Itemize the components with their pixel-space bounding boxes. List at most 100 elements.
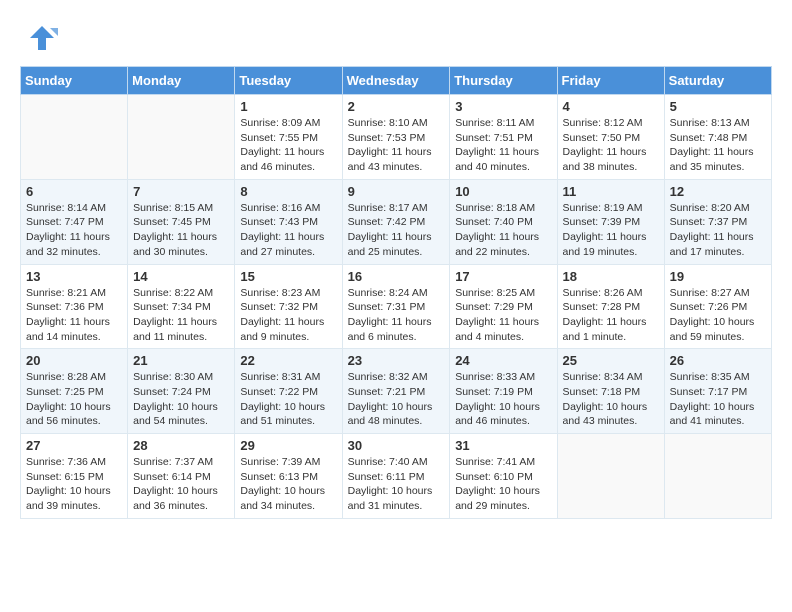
- logo: [20, 20, 60, 56]
- calendar-week-row: 13 Sunrise: 8:21 AM Sunset: 7:36 PM Dayli…: [21, 264, 772, 349]
- logo-icon: [24, 20, 60, 56]
- calendar-cell: 21Sunrise: 8:30 AM Sunset: 7:24 PM Dayli…: [128, 349, 235, 434]
- calendar-week-row: 20Sunrise: 8:28 AM Sunset: 7:25 PM Dayli…: [21, 349, 772, 434]
- day-number: 11: [563, 184, 659, 199]
- day-number: 8: [240, 184, 336, 199]
- calendar-cell: [557, 434, 664, 519]
- day-number: 16: [348, 269, 445, 284]
- day-number: 30: [348, 438, 445, 453]
- calendar-cell: 30Sunrise: 7:40 AM Sunset: 6:11 PM Dayli…: [342, 434, 450, 519]
- day-number: 13: [26, 269, 122, 284]
- day-info: Sunrise: 8:22 AM Sunset: 7:34 PM Dayligh…: [133, 286, 229, 345]
- day-number: 2: [348, 99, 445, 114]
- day-number: 21: [133, 353, 229, 368]
- page-header: [20, 20, 772, 56]
- calendar-cell: 31 Sunrise: 7:41 AM Sunset: 6:10 PM Dayli…: [450, 434, 557, 519]
- calendar-cell: 12 Sunrise: 8:20 AM Sunset: 7:37 PM Dayli…: [664, 179, 771, 264]
- day-info: Sunrise: 8:15 AM Sunset: 7:45 PM Dayligh…: [133, 201, 229, 260]
- day-info: Sunrise: 7:37 AM Sunset: 6:14 PM Dayligh…: [133, 455, 229, 514]
- calendar-body: 1 Sunrise: 8:09 AM Sunset: 7:55 PM Daylig…: [21, 95, 772, 519]
- calendar-cell: 26 Sunrise: 8:35 AM Sunset: 7:17 PM Dayli…: [664, 349, 771, 434]
- day-number: 4: [563, 99, 659, 114]
- calendar-cell: 6 Sunrise: 8:14 AM Sunset: 7:47 PM Daylig…: [21, 179, 128, 264]
- calendar-cell: 15 Sunrise: 8:23 AM Sunset: 7:32 PM Dayli…: [235, 264, 342, 349]
- day-info: Sunrise: 8:23 AM Sunset: 7:32 PM Dayligh…: [240, 286, 336, 345]
- calendar-cell: 4 Sunrise: 8:12 AM Sunset: 7:50 PM Daylig…: [557, 95, 664, 180]
- day-info: Sunrise: 7:36 AM Sunset: 6:15 PM Dayligh…: [26, 455, 122, 514]
- day-number: 15: [240, 269, 336, 284]
- day-number: 23: [348, 353, 445, 368]
- day-number: 1: [240, 99, 336, 114]
- day-number: 31: [455, 438, 551, 453]
- calendar-cell: 20Sunrise: 8:28 AM Sunset: 7:25 PM Dayli…: [21, 349, 128, 434]
- calendar-cell: [664, 434, 771, 519]
- calendar-cell: 11 Sunrise: 8:19 AM Sunset: 7:39 PM Dayli…: [557, 179, 664, 264]
- weekday-header-cell: Friday: [557, 67, 664, 95]
- day-info: Sunrise: 8:12 AM Sunset: 7:50 PM Dayligh…: [563, 116, 659, 175]
- weekday-header-cell: Wednesday: [342, 67, 450, 95]
- day-info: Sunrise: 8:17 AM Sunset: 7:42 PM Dayligh…: [348, 201, 445, 260]
- calendar-cell: 9 Sunrise: 8:17 AM Sunset: 7:42 PM Daylig…: [342, 179, 450, 264]
- day-number: 27: [26, 438, 122, 453]
- day-info: Sunrise: 8:16 AM Sunset: 7:43 PM Dayligh…: [240, 201, 336, 260]
- day-info: Sunrise: 8:31 AM Sunset: 7:22 PM Dayligh…: [240, 370, 336, 429]
- calendar-cell: 5 Sunrise: 8:13 AM Sunset: 7:48 PM Daylig…: [664, 95, 771, 180]
- day-info: Sunrise: 8:35 AM Sunset: 7:17 PM Dayligh…: [670, 370, 766, 429]
- weekday-header-cell: Saturday: [664, 67, 771, 95]
- day-number: 3: [455, 99, 551, 114]
- calendar-cell: 10 Sunrise: 8:18 AM Sunset: 7:40 PM Dayli…: [450, 179, 557, 264]
- calendar-cell: 1 Sunrise: 8:09 AM Sunset: 7:55 PM Daylig…: [235, 95, 342, 180]
- calendar-week-row: 6 Sunrise: 8:14 AM Sunset: 7:47 PM Daylig…: [21, 179, 772, 264]
- calendar-cell: 22Sunrise: 8:31 AM Sunset: 7:22 PM Dayli…: [235, 349, 342, 434]
- day-info: Sunrise: 8:34 AM Sunset: 7:18 PM Dayligh…: [563, 370, 659, 429]
- day-info: Sunrise: 8:18 AM Sunset: 7:40 PM Dayligh…: [455, 201, 551, 260]
- weekday-header-row: SundayMondayTuesdayWednesdayThursdayFrid…: [21, 67, 772, 95]
- weekday-header-cell: Monday: [128, 67, 235, 95]
- weekday-header-cell: Sunday: [21, 67, 128, 95]
- day-number: 14: [133, 269, 229, 284]
- day-number: 17: [455, 269, 551, 284]
- calendar-cell: 24Sunrise: 8:33 AM Sunset: 7:19 PM Dayli…: [450, 349, 557, 434]
- calendar-cell: 13 Sunrise: 8:21 AM Sunset: 7:36 PM Dayli…: [21, 264, 128, 349]
- day-info: Sunrise: 7:39 AM Sunset: 6:13 PM Dayligh…: [240, 455, 336, 514]
- weekday-header-cell: Thursday: [450, 67, 557, 95]
- calendar-cell: 17 Sunrise: 8:25 AM Sunset: 7:29 PM Dayli…: [450, 264, 557, 349]
- calendar-cell: 23Sunrise: 8:32 AM Sunset: 7:21 PM Dayli…: [342, 349, 450, 434]
- day-info: Sunrise: 8:26 AM Sunset: 7:28 PM Dayligh…: [563, 286, 659, 345]
- day-info: Sunrise: 8:14 AM Sunset: 7:47 PM Dayligh…: [26, 201, 122, 260]
- day-info: Sunrise: 7:41 AM Sunset: 6:10 PM Dayligh…: [455, 455, 551, 514]
- day-number: 12: [670, 184, 766, 199]
- day-info: Sunrise: 8:10 AM Sunset: 7:53 PM Dayligh…: [348, 116, 445, 175]
- day-number: 10: [455, 184, 551, 199]
- calendar-cell: 16Sunrise: 8:24 AM Sunset: 7:31 PM Dayli…: [342, 264, 450, 349]
- calendar-cell: [128, 95, 235, 180]
- calendar-cell: 3 Sunrise: 8:11 AM Sunset: 7:51 PM Daylig…: [450, 95, 557, 180]
- day-info: Sunrise: 8:09 AM Sunset: 7:55 PM Dayligh…: [240, 116, 336, 175]
- calendar-cell: 2 Sunrise: 8:10 AM Sunset: 7:53 PM Daylig…: [342, 95, 450, 180]
- calendar-cell: 27 Sunrise: 7:36 AM Sunset: 6:15 PM Dayli…: [21, 434, 128, 519]
- calendar-cell: [21, 95, 128, 180]
- day-info: Sunrise: 8:25 AM Sunset: 7:29 PM Dayligh…: [455, 286, 551, 345]
- day-info: Sunrise: 8:33 AM Sunset: 7:19 PM Dayligh…: [455, 370, 551, 429]
- day-info: Sunrise: 8:19 AM Sunset: 7:39 PM Dayligh…: [563, 201, 659, 260]
- day-number: 6: [26, 184, 122, 199]
- day-info: Sunrise: 8:21 AM Sunset: 7:36 PM Dayligh…: [26, 286, 122, 345]
- day-number: 19: [670, 269, 766, 284]
- calendar-cell: 28Sunrise: 7:37 AM Sunset: 6:14 PM Dayli…: [128, 434, 235, 519]
- day-number: 29: [240, 438, 336, 453]
- day-number: 5: [670, 99, 766, 114]
- weekday-header-cell: Tuesday: [235, 67, 342, 95]
- day-number: 9: [348, 184, 445, 199]
- day-number: 18: [563, 269, 659, 284]
- day-info: Sunrise: 8:13 AM Sunset: 7:48 PM Dayligh…: [670, 116, 766, 175]
- day-number: 25: [563, 353, 659, 368]
- calendar-week-row: 1 Sunrise: 8:09 AM Sunset: 7:55 PM Daylig…: [21, 95, 772, 180]
- calendar-cell: 8 Sunrise: 8:16 AM Sunset: 7:43 PM Daylig…: [235, 179, 342, 264]
- day-info: Sunrise: 8:11 AM Sunset: 7:51 PM Dayligh…: [455, 116, 551, 175]
- day-info: Sunrise: 8:20 AM Sunset: 7:37 PM Dayligh…: [670, 201, 766, 260]
- calendar-cell: 18 Sunrise: 8:26 AM Sunset: 7:28 PM Dayli…: [557, 264, 664, 349]
- calendar-cell: 19 Sunrise: 8:27 AM Sunset: 7:26 PM Dayli…: [664, 264, 771, 349]
- day-info: Sunrise: 8:27 AM Sunset: 7:26 PM Dayligh…: [670, 286, 766, 345]
- day-number: 26: [670, 353, 766, 368]
- day-number: 20: [26, 353, 122, 368]
